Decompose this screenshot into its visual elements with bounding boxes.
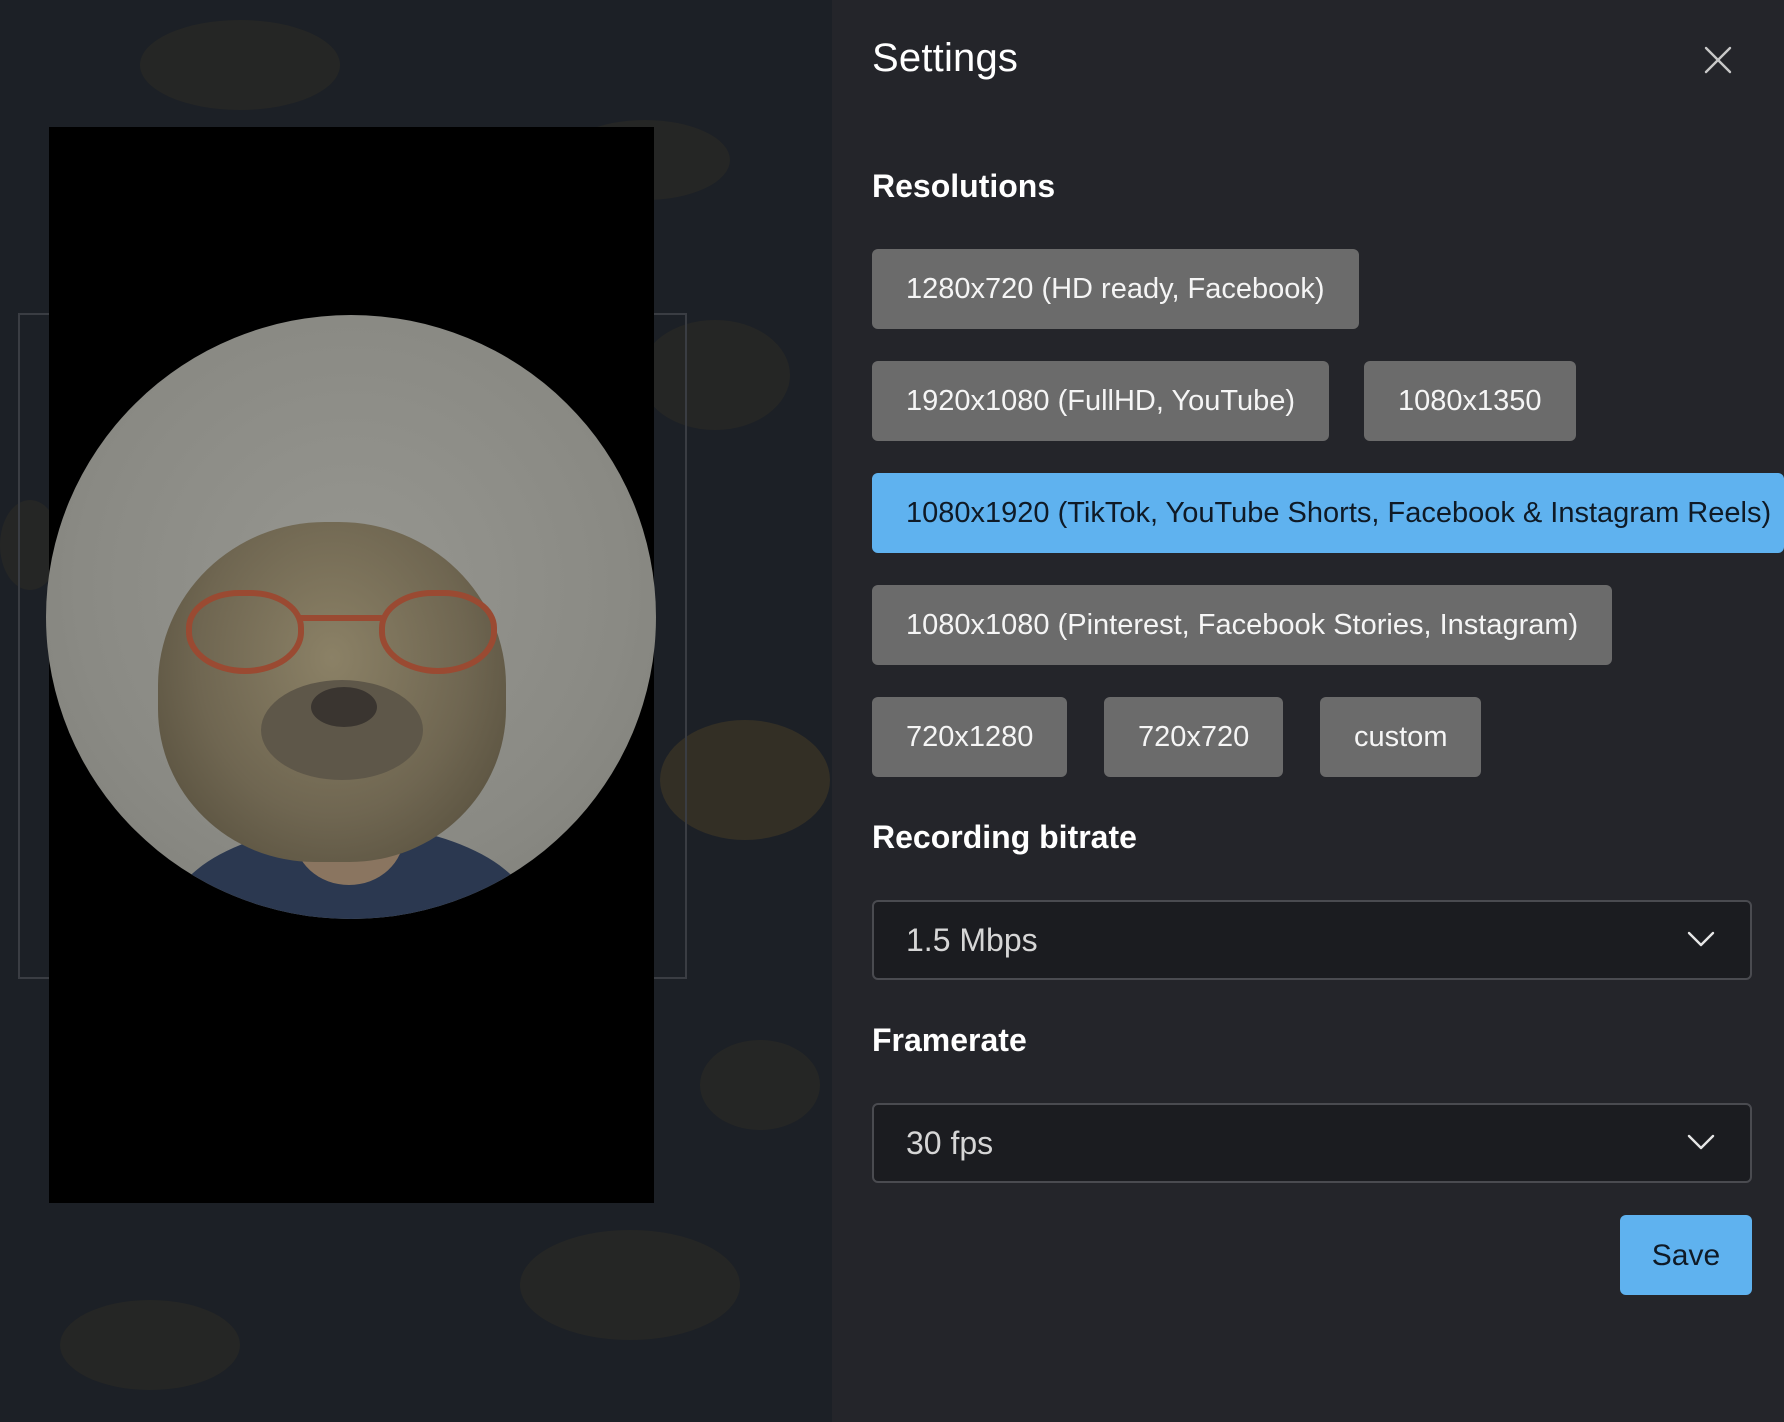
framerate-select[interactable]: 30 fps xyxy=(872,1103,1752,1183)
resolution-option[interactable]: 720x720 xyxy=(1104,697,1284,777)
close-button[interactable] xyxy=(1703,45,1733,75)
resolution-option[interactable]: custom xyxy=(1320,697,1482,777)
bitrate-heading: Recording bitrate xyxy=(872,819,1137,855)
settings-panel: Settings Resolutions 1280x720 (HD ready,… xyxy=(832,0,1784,1422)
framerate-heading: Framerate xyxy=(872,1022,1027,1058)
settings-title: Settings xyxy=(872,36,1019,80)
resolution-option-selected[interactable]: 1080x1920 (TikTok, YouTube Shorts, Faceb… xyxy=(872,473,1784,553)
resolution-option[interactable]: 1080x1080 (Pinterest, Facebook Stories, … xyxy=(872,585,1613,665)
backdrop-fish-decoration xyxy=(520,1230,740,1340)
chevron-down-icon xyxy=(1687,1134,1715,1150)
bitrate-select-value: 1.5 Mbps xyxy=(906,922,1038,958)
app-root: Settings Resolutions 1280x720 (HD ready,… xyxy=(0,0,1784,1422)
video-preview xyxy=(46,127,656,1203)
resolution-option[interactable]: 720x1280 xyxy=(872,697,1068,777)
camera-bubble[interactable] xyxy=(46,315,656,919)
glasses-bridge xyxy=(298,615,384,621)
seal-mask-nose xyxy=(311,687,377,727)
backdrop-fish-decoration xyxy=(60,1300,240,1390)
resolution-option[interactable]: 1080x1350 xyxy=(1364,361,1576,441)
glasses-left-lens xyxy=(186,590,304,674)
glasses-right-lens xyxy=(379,590,497,674)
close-icon xyxy=(1704,46,1732,74)
preview-backdrop xyxy=(0,0,832,1422)
framerate-select-value: 30 fps xyxy=(906,1125,994,1161)
save-button[interactable]: Save xyxy=(1620,1215,1752,1295)
chevron-down-icon xyxy=(1687,931,1715,947)
resolution-option[interactable]: 1920x1080 (FullHD, YouTube) xyxy=(872,361,1330,441)
bitrate-select[interactable]: 1.5 Mbps xyxy=(872,900,1752,980)
backdrop-fish-decoration xyxy=(140,20,340,110)
backdrop-fish-decoration xyxy=(700,1040,820,1130)
resolution-option[interactable]: 1280x720 (HD ready, Facebook) xyxy=(872,249,1359,329)
resolutions-heading: Resolutions xyxy=(872,168,1056,204)
